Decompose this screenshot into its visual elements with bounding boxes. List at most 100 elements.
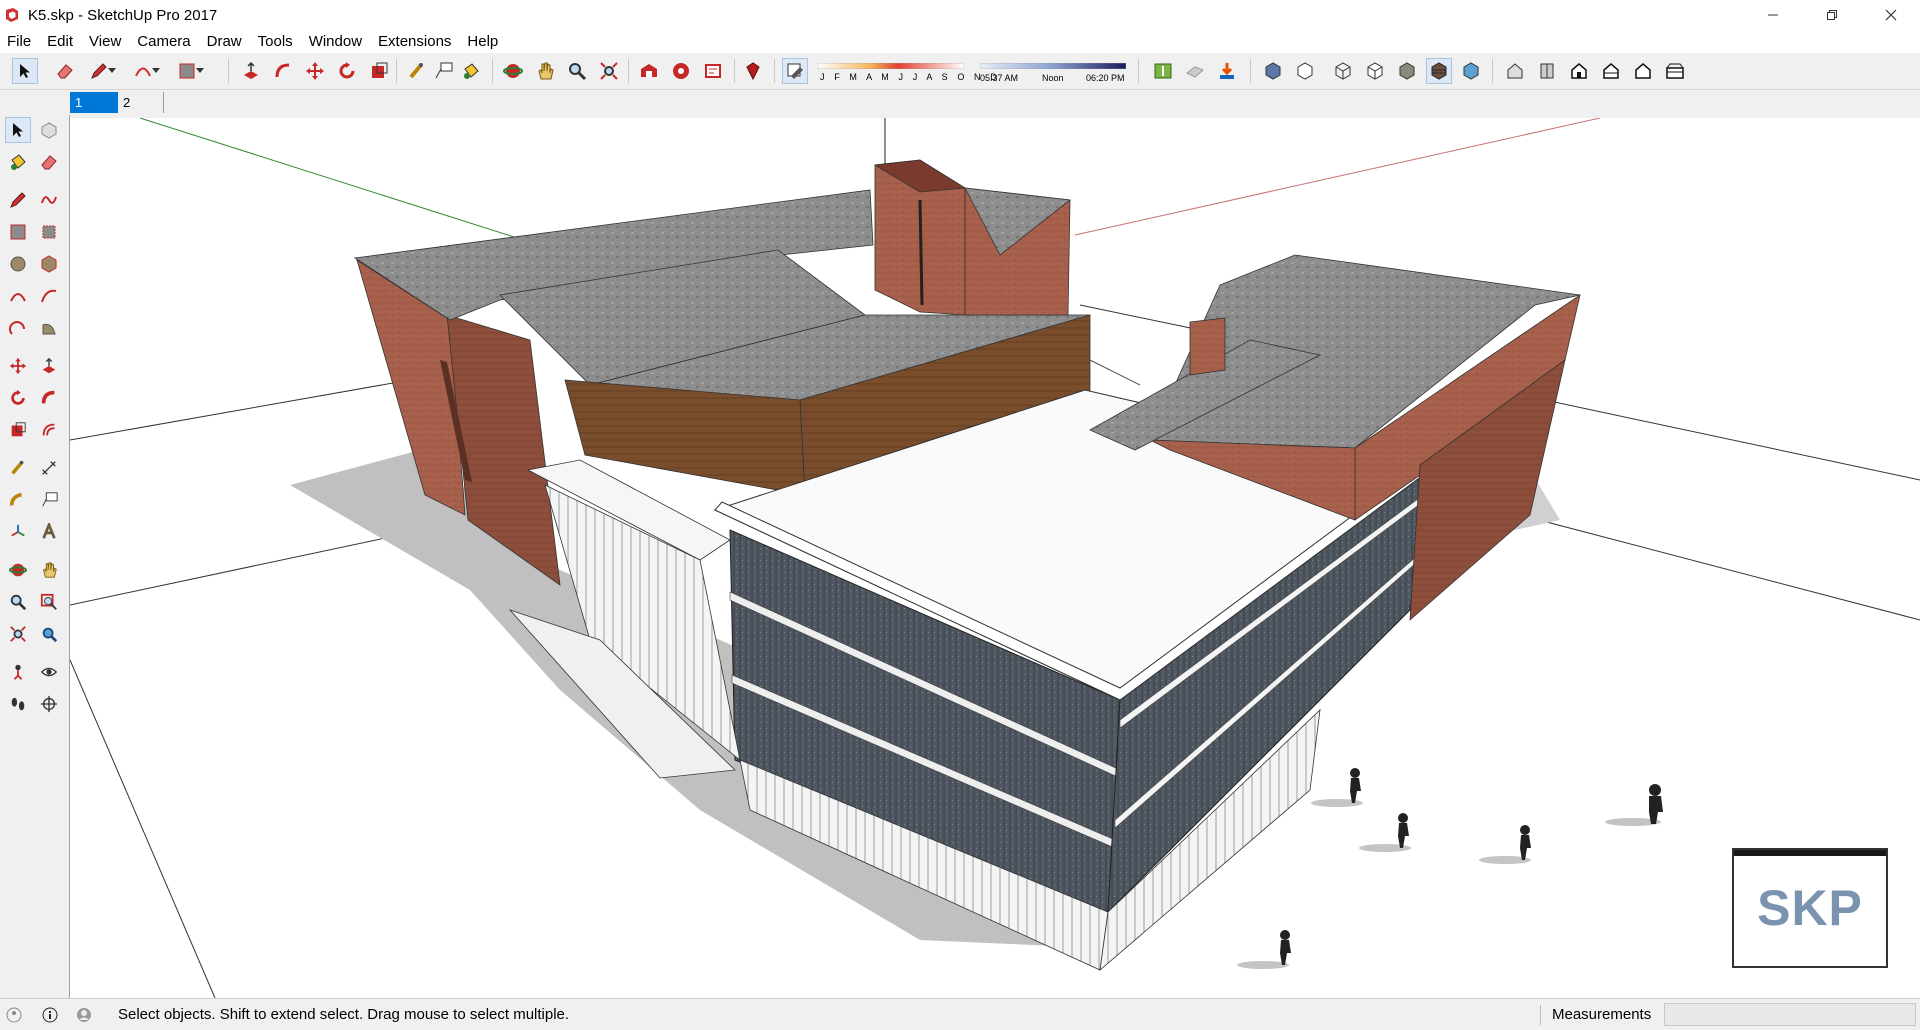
menu-help[interactable]: Help — [460, 30, 507, 53]
3d-text-tool[interactable] — [36, 519, 62, 545]
eraser-tool[interactable] — [36, 149, 62, 175]
scene-tab-1[interactable]: 1 — [70, 92, 118, 113]
eraser-tool-button[interactable] — [52, 58, 78, 84]
line-tool[interactable] — [5, 187, 31, 213]
extension-warehouse-button[interactable] — [668, 58, 694, 84]
menu-file[interactable]: File — [0, 30, 40, 53]
line-dropdown[interactable] — [106, 58, 118, 84]
scale-tool[interactable] — [5, 417, 31, 443]
text-tool[interactable] — [36, 487, 62, 513]
paint-bucket-tool[interactable] — [5, 149, 31, 175]
select-tool[interactable] — [5, 117, 31, 143]
section-plane-tool[interactable] — [36, 691, 62, 717]
circle-tool[interactable] — [5, 251, 31, 277]
menu-camera[interactable]: Camera — [130, 30, 199, 53]
add-location-button[interactable] — [1150, 58, 1176, 84]
follow-me-tool[interactable] — [36, 385, 62, 411]
photo-textures-button[interactable] — [1214, 58, 1240, 84]
tape-measure-tool[interactable] — [5, 455, 31, 481]
model-viewport[interactable]: SKP — [70, 118, 1920, 998]
text-tool-button[interactable] — [430, 58, 456, 84]
xray-style-button[interactable] — [1260, 58, 1286, 84]
rotate-tool[interactable] — [5, 385, 31, 411]
move-tool[interactable] — [5, 353, 31, 379]
zoom-tool-button[interactable] — [564, 58, 590, 84]
monochrome-style-button[interactable] — [1458, 58, 1484, 84]
red-axis — [1074, 118, 1601, 236]
menu-tools[interactable]: Tools — [251, 30, 302, 53]
look-around-tool[interactable] — [36, 659, 62, 685]
back-edges-style-button[interactable] — [1292, 58, 1318, 84]
iso-view-button[interactable] — [1502, 58, 1528, 84]
time-slider[interactable] — [980, 63, 1126, 69]
pan-tool[interactable] — [36, 557, 62, 583]
axes-tool[interactable] — [5, 519, 31, 545]
scene-tab-2[interactable]: 2 — [118, 92, 164, 113]
polygon-tool[interactable] — [36, 251, 62, 277]
rotate-tool-button[interactable] — [334, 58, 360, 84]
pan-tool-button[interactable] — [532, 58, 558, 84]
back-view-button[interactable] — [1630, 58, 1656, 84]
arc-tool[interactable] — [5, 283, 31, 309]
menu-edit[interactable]: Edit — [40, 30, 82, 53]
menu-draw[interactable]: Draw — [200, 30, 251, 53]
select-tool-button[interactable] — [12, 58, 38, 84]
measurements-input[interactable] — [1664, 1003, 1916, 1026]
terrain-icon — [1186, 66, 1204, 78]
freehand-tool[interactable] — [36, 187, 62, 213]
wireframe-style-button[interactable] — [1330, 58, 1356, 84]
two-point-arc-tool[interactable] — [36, 283, 62, 309]
orbit-tool-button[interactable] — [500, 58, 526, 84]
menu-extensions[interactable]: Extensions — [371, 30, 460, 53]
pie-tool[interactable] — [36, 315, 62, 341]
paint-bucket-icon — [464, 63, 479, 79]
toggle-terrain-button[interactable] — [1182, 58, 1208, 84]
geo-location-icon[interactable] — [6, 1007, 22, 1023]
zoom-extents-tool[interactable] — [5, 621, 31, 647]
push-pull-tool[interactable] — [36, 353, 62, 379]
protractor-tool[interactable] — [5, 487, 31, 513]
user-account-icon[interactable] — [76, 1007, 92, 1023]
zoom-window-tool[interactable] — [36, 589, 62, 615]
three-point-arc-tool[interactable] — [5, 315, 31, 341]
paint-bucket-tool-button[interactable] — [458, 58, 484, 84]
offset-tool[interactable] — [36, 417, 62, 443]
close-button[interactable] — [1861, 0, 1920, 30]
left-view-button[interactable] — [1662, 58, 1688, 84]
make-component-tool[interactable] — [36, 117, 62, 143]
3d-warehouse-button[interactable] — [636, 58, 662, 84]
push-pull-tool-button[interactable] — [238, 58, 264, 84]
menu-view[interactable]: View — [82, 30, 130, 53]
orbit-tool[interactable] — [5, 557, 31, 583]
rectangle-tool[interactable] — [5, 219, 31, 245]
tape-measure-tool-button[interactable] — [404, 58, 430, 84]
hidden-line-style-button[interactable] — [1362, 58, 1388, 84]
arc-dropdown[interactable] — [150, 58, 162, 84]
pan-hand-icon — [538, 62, 554, 80]
shape-dropdown[interactable] — [194, 58, 206, 84]
rotated-rectangle-tool[interactable] — [36, 219, 62, 245]
shadows-toggle-button[interactable] — [782, 58, 808, 84]
menu-window[interactable]: Window — [302, 30, 371, 53]
dimension-tool[interactable] — [36, 455, 62, 481]
zoom-tool[interactable] — [5, 589, 31, 615]
position-camera-tool[interactable] — [5, 659, 31, 685]
previous-view-tool[interactable] — [36, 621, 62, 647]
layout-send-button[interactable] — [700, 58, 726, 84]
shaded-textures-style-button[interactable] — [1426, 58, 1452, 84]
front-view-button[interactable] — [1566, 58, 1592, 84]
right-view-button[interactable] — [1598, 58, 1624, 84]
extension-manager-button[interactable] — [740, 58, 766, 84]
measurements-label: Measurements — [1552, 1006, 1652, 1023]
follow-me-tool-button[interactable] — [270, 58, 296, 84]
credits-info-icon[interactable] — [42, 1007, 58, 1023]
scale-tool-button[interactable] — [366, 58, 392, 84]
top-view-button[interactable] — [1534, 58, 1560, 84]
minimize-button[interactable] — [1743, 0, 1802, 30]
walk-tool[interactable] — [5, 691, 31, 717]
restore-button[interactable] — [1802, 0, 1861, 30]
month-slider[interactable] — [818, 63, 964, 69]
shaded-style-button[interactable] — [1394, 58, 1420, 84]
zoom-extents-tool-button[interactable] — [596, 58, 622, 84]
move-tool-button[interactable] — [302, 58, 328, 84]
